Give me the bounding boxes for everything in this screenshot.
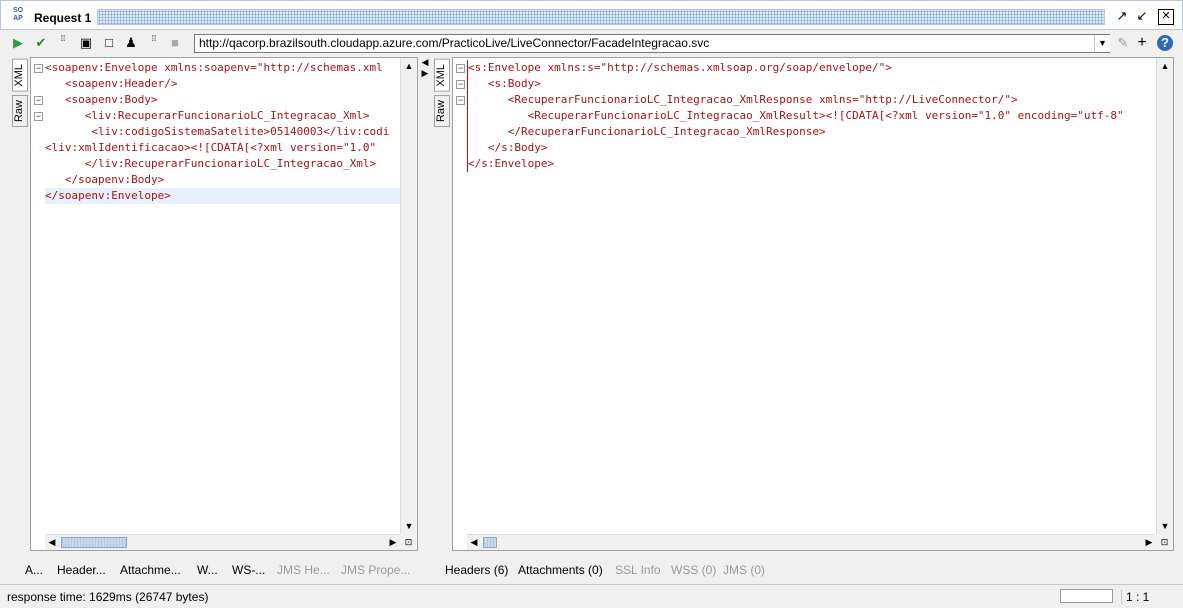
collapse-right-icon[interactable]: ▶ [420, 68, 430, 79]
wss-icon[interactable]: ⁞⁞ [146, 35, 162, 51]
code-line: <liv:xmlIdentificacao><![CDATA[<?xml ver… [45, 141, 377, 154]
code-line: <liv:codigoSistemaSatelite>05140003</liv… [45, 125, 390, 138]
cursor-position: 1 : 1 [1121, 590, 1149, 604]
scroll-left-icon[interactable]: ◀ [467, 535, 481, 550]
request-editor[interactable]: − − − <soapenv:Envelope xmlns:soapenv="h… [31, 58, 400, 534]
scroll-thumb[interactable] [61, 537, 127, 548]
tab-response-attachments[interactable]: Attachments (0) [518, 563, 603, 577]
request-editor-pane: − − − <soapenv:Envelope xmlns:soapenv="h… [30, 57, 418, 551]
soap-icon: SO AP [12, 7, 24, 22]
status-bar: response time: 1629ms (26747 bytes) 1 : … [0, 584, 1183, 608]
fold-toggle-icon[interactable]: − [34, 112, 43, 121]
code-line: <soapenv:Header/> [45, 77, 178, 90]
toolbar: ▶ ✔ ⁞⁞ ▣ □ ♟ ⁞⁞ ■ http://qacorp.brazilso… [0, 30, 1183, 56]
tab-wss[interactable]: WSS (0) [671, 563, 716, 577]
user-icon[interactable]: ♟ [123, 35, 139, 51]
float-icon[interactable]: ↙ [1134, 9, 1150, 25]
response-vscrollbar[interactable]: ▲ ▼ [1156, 58, 1173, 534]
tab-response-xml[interactable]: XML [434, 59, 450, 92]
scroll-right-icon[interactable]: ▶ [386, 535, 400, 550]
chevron-down-icon[interactable]: ▼ [1094, 35, 1110, 52]
tab-jms[interactable]: JMS (0) [723, 563, 765, 577]
tab-ws-rm[interactable]: WS-... [232, 563, 265, 577]
close-icon[interactable]: ✕ [1158, 9, 1174, 25]
code-line: </liv:RecuperarFuncionarioLC_Integracao_… [45, 157, 377, 170]
scroll-right-icon[interactable]: ▶ [1142, 535, 1156, 550]
assertion-icon[interactable]: ✔ [33, 35, 49, 51]
code-line: </RecuperarFuncionarioLC_Integracao_XmlR… [468, 125, 826, 138]
request-view-tabs: XML Raw [12, 59, 30, 130]
add-icon[interactable]: + [1134, 35, 1150, 51]
request-xml: <soapenv:Envelope xmlns:soapenv="http://… [45, 60, 400, 204]
response-xml: <s:Envelope xmlns:s="http://schemas.xmls… [467, 60, 1124, 172]
scroll-up-icon[interactable]: ▲ [401, 58, 417, 74]
detach-icon[interactable]: ↗ [1114, 9, 1130, 25]
endpoint-input[interactable]: http://qacorp.brazilsouth.cloudapp.azure… [194, 34, 1110, 53]
tab-headers[interactable]: Header... [57, 563, 106, 577]
request-bottom-tabs: A... Header... Attachme... W... WS-... J… [0, 563, 420, 579]
help-icon[interactable]: ? [1157, 35, 1173, 51]
code-line: <s:Envelope xmlns:s="http://schemas.xmls… [468, 61, 892, 74]
fold-toggle-icon[interactable]: − [456, 80, 465, 89]
response-time: response time: 1629ms (26747 bytes) [7, 590, 209, 604]
stop-icon[interactable]: □ [101, 35, 117, 51]
response-editor[interactable]: − − − <s:Envelope xmlns:s="http://schema… [453, 58, 1156, 534]
fold-toggle-icon[interactable]: − [34, 96, 43, 105]
play-icon[interactable]: ▶ [10, 35, 26, 51]
window-title: Request 1 [34, 11, 92, 25]
fold-toggle-icon[interactable]: − [456, 64, 465, 73]
ws-icon[interactable]: ⁞⁞ [55, 35, 71, 51]
response-bottom-tabs: Headers (6) Attachments (0) SSL Info WSS… [420, 563, 1180, 579]
fold-gutter: − − − [453, 58, 467, 534]
fold-toggle-icon[interactable]: − [34, 64, 43, 73]
tab-auth[interactable]: A... [25, 563, 43, 577]
edit-icon[interactable]: ✎ [1115, 35, 1131, 51]
tab-ssl-info[interactable]: SSL Info [615, 563, 661, 577]
code-line: </s:Envelope> [468, 157, 555, 170]
response-hscrollbar[interactable]: ◀ ▶ [467, 534, 1156, 550]
response-view-tabs: XML Raw [434, 59, 452, 130]
scroll-down-icon[interactable]: ▼ [1157, 518, 1173, 534]
title-bar: SO AP Request 1 ↗ ↙ ✕ [0, 0, 1183, 30]
code-line: <soapenv:Envelope xmlns:soapenv="http://… [45, 61, 383, 74]
tab-attachments[interactable]: Attachme... [120, 563, 181, 577]
title-stripe [97, 9, 1105, 25]
zoom-icon[interactable]: ⊡ [1156, 534, 1173, 550]
code-line: <s:Body> [468, 77, 541, 90]
scroll-thumb[interactable] [483, 537, 497, 548]
tab-response-headers[interactable]: Headers (6) [445, 563, 508, 577]
scroll-left-icon[interactable]: ◀ [45, 535, 59, 550]
pane-splitter[interactable]: ◀ ▶ [420, 57, 430, 551]
code-line: <soapenv:Body> [45, 93, 158, 106]
tab-request-raw[interactable]: Raw [12, 94, 28, 127]
collapse-left-icon[interactable]: ◀ [420, 57, 430, 68]
code-line: <RecuperarFuncionarioLC_Integracao_XmlRe… [468, 93, 1018, 106]
request-hscrollbar[interactable]: ◀ ▶ [45, 534, 400, 550]
fold-toggle-icon[interactable]: − [456, 96, 465, 105]
scroll-up-icon[interactable]: ▲ [1157, 58, 1173, 74]
progress-box [1060, 589, 1113, 603]
request-vscrollbar[interactable]: ▲ ▼ [400, 58, 417, 534]
code-line: <liv:RecuperarFuncionarioLC_Integracao_X… [45, 109, 370, 122]
response-editor-pane: − − − <s:Envelope xmlns:s="http://schema… [452, 57, 1174, 551]
tab-jms-properties[interactable]: JMS Prope... [341, 563, 410, 577]
code-line: </s:Body> [468, 141, 548, 154]
format-icon[interactable]: ▣ [78, 35, 94, 51]
fold-gutter: − − − [31, 58, 45, 534]
scroll-down-icon[interactable]: ▼ [401, 518, 417, 534]
zoom-icon[interactable]: ⊡ [400, 534, 417, 550]
cancel-icon[interactable]: ■ [167, 35, 183, 51]
code-line: <RecuperarFuncionarioLC_Integracao_XmlRe… [468, 109, 1124, 122]
tab-ws-addressing[interactable]: W... [197, 563, 218, 577]
code-line: </soapenv:Envelope> [45, 188, 400, 204]
tab-jms-headers[interactable]: JMS He... [277, 563, 330, 577]
tab-request-xml[interactable]: XML [12, 59, 28, 92]
code-line: </soapenv:Body> [45, 173, 165, 186]
tab-response-raw[interactable]: Raw [434, 94, 450, 127]
